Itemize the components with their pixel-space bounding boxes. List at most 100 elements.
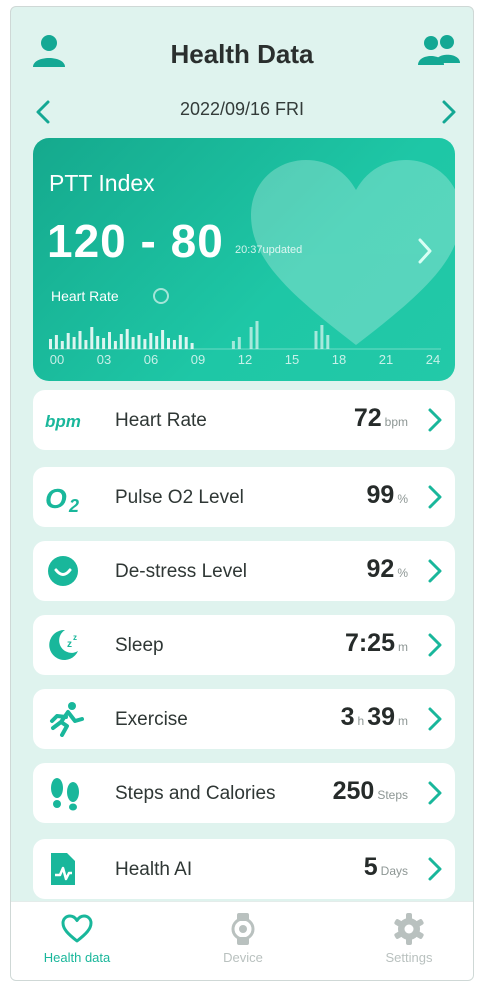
moon-icon: zz bbox=[45, 627, 91, 663]
metric-row-de-stress-level[interactable]: De-stress Level 92% bbox=[33, 541, 455, 601]
mini-chart-bar bbox=[237, 337, 241, 349]
family-members-icon[interactable] bbox=[417, 31, 461, 71]
tab-device[interactable]: Device bbox=[183, 912, 303, 972]
metric-row-sleep[interactable]: z z Sleep 7:25 m bbox=[33, 615, 455, 675]
mini-chart-bar bbox=[190, 343, 194, 349]
footprints-icon bbox=[45, 775, 91, 811]
ptt-updated-time: 20:37updated bbox=[235, 244, 303, 256]
mini-chart-bar bbox=[320, 325, 324, 349]
metric-value-group: 250 Steps bbox=[333, 777, 411, 806]
mini-chart-bar bbox=[54, 335, 58, 349]
metric-value-group: 3 h 39 m bbox=[341, 703, 411, 732]
chart-tick-label: 12 bbox=[237, 352, 253, 367]
chart-tick-label: 15 bbox=[284, 352, 300, 367]
metric-value-group: 72 bpm bbox=[354, 404, 411, 433]
mini-chart-bar bbox=[78, 331, 82, 349]
chevron-right-icon[interactable] bbox=[427, 557, 443, 585]
metric-value-group: 99% bbox=[367, 481, 411, 510]
page-title: Health Data bbox=[170, 39, 314, 69]
chevron-right-icon[interactable] bbox=[427, 855, 443, 883]
chart-tick-label: 09 bbox=[190, 352, 206, 367]
metric-label: Heart Rate bbox=[115, 410, 207, 431]
mini-chart-bar bbox=[49, 339, 52, 349]
mini-chart-bar bbox=[90, 327, 94, 349]
chevron-right-icon[interactable] bbox=[427, 779, 443, 807]
info-icon[interactable] bbox=[153, 288, 169, 304]
metric-row-pulse-o2-level[interactable]: O 2 Pulse O2 Level 99% bbox=[33, 467, 455, 527]
chart-tick-label: 18 bbox=[331, 352, 347, 367]
metric-value: 7:25 bbox=[344, 629, 395, 657]
mini-chart-bar bbox=[167, 338, 170, 349]
metric-unit: % bbox=[397, 566, 408, 580]
current-date[interactable]: 2022/09/16 FRI bbox=[11, 99, 473, 120]
mini-chart-bar bbox=[131, 337, 135, 349]
mini-chart-bar bbox=[72, 337, 76, 349]
metric-label: Health AI bbox=[115, 859, 193, 880]
mini-chart-bar bbox=[102, 338, 106, 349]
metric-value: 39 bbox=[367, 703, 395, 731]
tab-label: Device bbox=[223, 950, 263, 965]
mini-chart-bar bbox=[96, 336, 100, 349]
mini-chart-bar bbox=[60, 341, 64, 349]
bottom-tab-bar: Health data Device Settings bbox=[11, 901, 473, 980]
ptt-value: 120 - 80 bbox=[47, 215, 224, 267]
mini-chart-bar bbox=[184, 337, 188, 349]
metric-row-heart-rate[interactable]: bpm Heart Rate 72 bpm bbox=[33, 390, 455, 450]
metric-row-exercise[interactable]: Exercise 3 h 39 m bbox=[33, 689, 455, 749]
mini-chart-bar bbox=[125, 329, 129, 349]
metric-row-health-ai[interactable]: Health AI 5 Days bbox=[33, 839, 455, 899]
smiley-icon bbox=[45, 553, 91, 589]
metric-unit: Days bbox=[380, 864, 408, 878]
mini-chart-bar bbox=[84, 340, 88, 349]
metric-unit: % bbox=[397, 492, 408, 506]
metric-label: Exercise bbox=[115, 709, 188, 730]
date-navigator: 2022/09/16 FRI bbox=[11, 91, 473, 133]
metric-value-group: 5 Days bbox=[364, 853, 411, 882]
tab-label: Settings bbox=[385, 950, 433, 965]
tab-settings[interactable]: Settings bbox=[349, 912, 469, 972]
health-report-icon bbox=[45, 851, 91, 887]
chevron-right-icon[interactable] bbox=[427, 705, 443, 733]
metric-label: Steps and Calories bbox=[115, 783, 276, 804]
chevron-right-icon[interactable] bbox=[427, 483, 443, 511]
metric-label: De-stress Level bbox=[115, 561, 247, 582]
mini-chart-bar bbox=[326, 335, 330, 349]
metric-unit: m bbox=[398, 640, 408, 654]
mini-chart-bar bbox=[178, 335, 182, 349]
tab-health-data[interactable]: Health data bbox=[17, 912, 137, 972]
app-header: Health Data bbox=[11, 7, 473, 91]
chart-time-axis: 00 03 06 09 12 15 18 21 24 bbox=[49, 352, 441, 370]
metric-label: Sleep bbox=[115, 635, 164, 656]
heart-rate-mini-chart bbox=[49, 321, 441, 350]
svg-text:z: z bbox=[73, 633, 77, 642]
chevron-right-icon[interactable] bbox=[427, 631, 443, 659]
metric-unit: m bbox=[398, 714, 408, 728]
chart-tick-label: 21 bbox=[378, 352, 394, 367]
runner-icon bbox=[45, 701, 91, 737]
mini-chart-bar bbox=[231, 341, 235, 349]
chart-tick-label: 03 bbox=[96, 352, 112, 367]
next-day-button[interactable] bbox=[437, 97, 461, 127]
ptt-index-card[interactable]: PTT Index 120 - 80 20:37updated Heart Ra… bbox=[33, 138, 455, 381]
metric-value-group: 92% bbox=[367, 555, 411, 584]
metric-value: 3 bbox=[340, 703, 355, 731]
metric-value: 92 bbox=[366, 555, 395, 583]
chevron-right-icon[interactable] bbox=[415, 234, 435, 268]
svg-text:O: O bbox=[45, 483, 67, 514]
svg-text:bpm: bpm bbox=[45, 412, 81, 431]
metric-unit: h bbox=[357, 714, 365, 728]
gear-icon bbox=[392, 912, 426, 946]
mini-chart-bar bbox=[108, 332, 111, 349]
mini-chart-bar bbox=[249, 327, 253, 349]
chart-tick-label: 24 bbox=[425, 352, 441, 367]
heart-icon bbox=[60, 912, 94, 946]
svg-text:2: 2 bbox=[68, 496, 79, 515]
heart-rate-chart-label: Heart Rate bbox=[51, 288, 119, 304]
metric-value: 250 bbox=[332, 777, 375, 805]
chevron-right-icon[interactable] bbox=[427, 406, 443, 434]
bpm-icon: bpm bbox=[45, 402, 91, 438]
metric-value: 72 bbox=[353, 404, 382, 432]
metric-unit: Steps bbox=[377, 788, 408, 802]
mini-chart-bar bbox=[137, 335, 141, 349]
metric-row-steps-and-calories[interactable]: Steps and Calories 250 Steps bbox=[33, 763, 455, 823]
